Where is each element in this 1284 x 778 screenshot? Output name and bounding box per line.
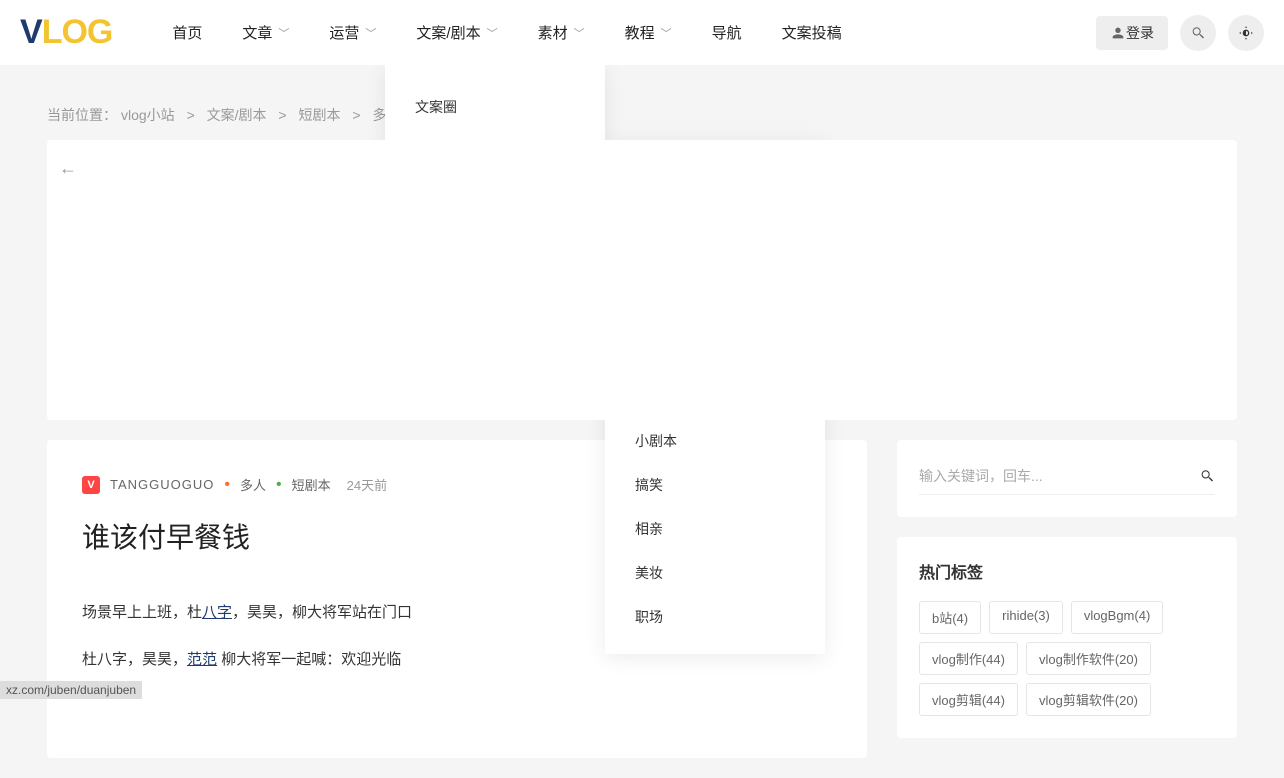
breadcrumb-item[interactable]: 文案/剧本 xyxy=(207,107,267,123)
search-icon xyxy=(1190,25,1206,41)
chevron-down-icon: ﹀ xyxy=(487,25,498,41)
nav-item-6[interactable]: 导航 xyxy=(692,0,762,65)
dd1-item-0[interactable]: 文案圈 xyxy=(385,85,605,129)
nav-item-2[interactable]: 运营﹀ xyxy=(309,0,396,65)
breadcrumb-item[interactable]: vlog小站 xyxy=(121,107,175,123)
site-logo[interactable]: VLOG xyxy=(20,13,112,52)
login-label: 登录 xyxy=(1126,23,1154,43)
dd2-item-7[interactable]: 搞笑 xyxy=(605,463,825,507)
chevron-down-icon: ﹀ xyxy=(365,25,376,41)
tag-item[interactable]: vlog制作(44) xyxy=(919,642,1018,675)
post-time: 24天前 xyxy=(347,475,387,494)
tag-item[interactable]: vlog制作软件(20) xyxy=(1026,642,1151,675)
link-fanfan[interactable]: 范范 xyxy=(187,651,217,668)
status-url: xz.com/juben/duanjuben xyxy=(0,681,142,699)
tag-item[interactable]: vlog剪辑软件(20) xyxy=(1026,683,1151,716)
nav-item-4[interactable]: 素材﹀ xyxy=(518,0,605,65)
link-bazi[interactable]: 八字 xyxy=(202,604,232,621)
dot-icon: • xyxy=(276,476,282,494)
chevron-down-icon: ﹀ xyxy=(574,25,585,41)
tag-item[interactable]: vlogBgm(4) xyxy=(1071,601,1163,634)
sidebar-search xyxy=(897,440,1237,517)
sidebar: 热门标签 b站(4)rihide(3)vlogBgm(4)vlog制作(44)v… xyxy=(897,440,1237,758)
nav-item-3[interactable]: 文案/剧本﹀ xyxy=(396,0,517,65)
breadcrumb: 当前位置：vlog小站 > 文案/剧本 > 短剧本 > 多人 > 谁该付早 xyxy=(47,85,1237,140)
theme-button[interactable] xyxy=(1228,15,1264,51)
author-name[interactable]: TANGGUOGUO xyxy=(110,477,214,492)
main-nav: 首页文章﹀运营﹀文案/剧本﹀素材﹀教程﹀导航文案投稿 xyxy=(152,0,1096,65)
tag-item[interactable]: vlog剪辑(44) xyxy=(919,683,1018,716)
search-button[interactable] xyxy=(1180,15,1216,51)
tags-title: 热门标签 xyxy=(919,559,1215,583)
tag-item[interactable]: b站(4) xyxy=(919,601,981,634)
avatar[interactable]: V xyxy=(82,476,100,494)
nav-item-1[interactable]: 文章﹀ xyxy=(222,0,309,65)
dd2-item-8[interactable]: 相亲 xyxy=(605,507,825,551)
dot-icon: • xyxy=(224,476,230,494)
search-icon[interactable] xyxy=(1199,468,1215,484)
breadcrumb-item[interactable]: 短剧本 xyxy=(299,107,341,123)
logo-log: LOG xyxy=(42,13,113,51)
dd2-item-9[interactable]: 美妆 xyxy=(605,551,825,595)
dd2-item-6[interactable]: 小剧本 xyxy=(605,419,825,463)
chevron-down-icon: ﹀ xyxy=(661,25,672,41)
sidebar-tags: 热门标签 b站(4)rihide(3)vlogBgm(4)vlog制作(44)v… xyxy=(897,537,1237,738)
back-arrow-icon[interactable]: ← xyxy=(59,158,77,179)
dd2-item-10[interactable]: 职场 xyxy=(605,595,825,639)
category-1[interactable]: 多人 xyxy=(240,475,266,494)
nav-item-7[interactable]: 文案投稿 xyxy=(762,0,862,65)
chevron-down-icon: ﹀ xyxy=(278,25,289,41)
category-2[interactable]: 短剧本 xyxy=(292,475,331,494)
nav-item-0[interactable]: 首页 xyxy=(152,0,222,65)
user-icon xyxy=(1110,25,1126,41)
logo-v: V xyxy=(20,13,42,51)
tag-item[interactable]: rihide(3) xyxy=(989,601,1063,634)
search-input[interactable] xyxy=(919,462,1199,490)
theme-icon xyxy=(1238,25,1254,41)
login-button[interactable]: 登录 xyxy=(1096,16,1168,50)
nav-item-5[interactable]: 教程﹀ xyxy=(605,0,692,65)
hero-box: ← xyxy=(47,140,1237,420)
